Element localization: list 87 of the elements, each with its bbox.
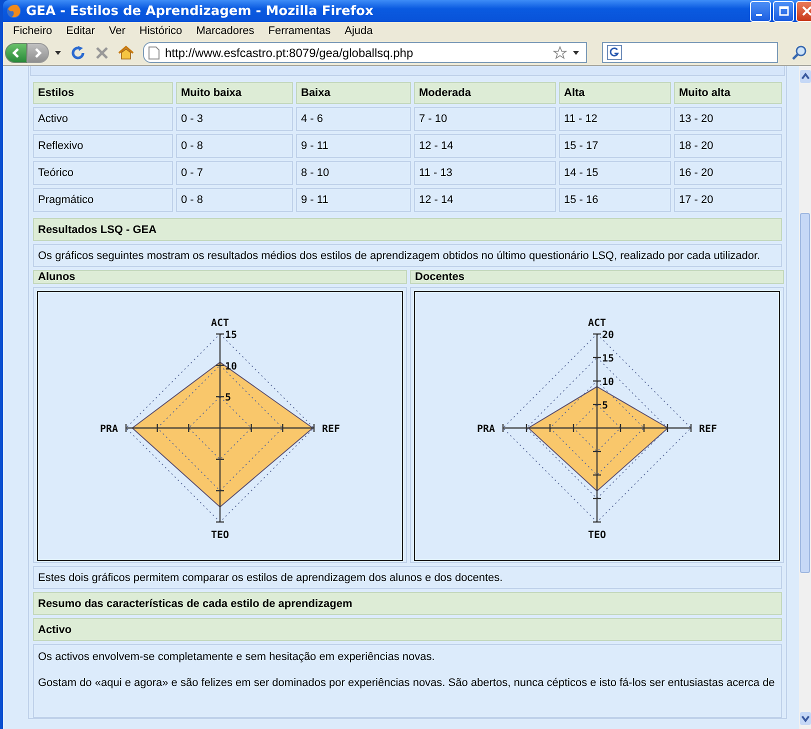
description-text: Os gráficos seguintes mostram os resultados médios dos estilos de aprendizagem obtidos no último questionário LSQ, realizado por cada utilizador. [33, 244, 782, 267]
maximize-icon [778, 5, 790, 17]
table-cell: 13 - 20 [674, 107, 782, 131]
column-header: Moderada [414, 82, 556, 104]
table-cell: 11 - 13 [414, 161, 556, 185]
menu-item[interactable]: Marcadores [189, 25, 262, 37]
menu-item[interactable]: Ver [102, 25, 132, 37]
vertical-scrollbar[interactable] [799, 66, 811, 729]
g-logo-icon[interactable] [607, 45, 622, 60]
table-cell: 14 - 15 [559, 161, 671, 185]
chart-title: Docentes [410, 270, 784, 284]
paragraph: Os activos envolvem-se completamente e sem hesitação em experiências novas. [38, 651, 436, 663]
table-cell: 9 - 11 [296, 134, 411, 158]
chart-title: Alunos [33, 270, 407, 284]
table-cell: 15 - 17 [559, 134, 671, 158]
search-field[interactable] [602, 42, 778, 63]
column-header: Estilos [33, 82, 173, 104]
scroll-down-icon[interactable] [800, 712, 810, 725]
home-icon[interactable] [118, 44, 134, 60]
table-cell: 0 - 3 [176, 107, 293, 131]
menu-item[interactable]: Ajuda [338, 25, 380, 37]
table-cell: 18 - 20 [674, 134, 782, 158]
search-icon[interactable] [791, 44, 807, 60]
table-cell: 11 - 12 [559, 107, 671, 131]
table-cell: 17 - 20 [674, 188, 782, 212]
table-cell: Pragmático [33, 188, 173, 212]
url-text: http://www.esfcastro.pt:8079/gea/globallsq.php [165, 46, 414, 60]
menu-item[interactable]: Histórico [132, 25, 190, 37]
table-cell: 4 - 6 [296, 107, 411, 131]
section-header: Resultados LSQ - GEA [33, 218, 782, 241]
axis-label: ACT [210, 318, 230, 329]
fox-globe-icon [6, 3, 22, 19]
close-icon [800, 5, 811, 17]
table-cell: 8 - 10 [296, 161, 411, 185]
scale-label: 10 [602, 377, 614, 388]
caret-icon[interactable] [572, 48, 580, 56]
paragraph: Gostam do «aqui e agora» e são felizes em ser dominados por experiências novas. São abertos, nunca cépticos e isto fá-los ser entusiastas acerca de [38, 677, 776, 689]
caret-icon[interactable] [54, 48, 62, 56]
table-cell: Activo [33, 107, 173, 131]
column-header: Alta [559, 82, 671, 104]
table-cell: 16 - 20 [674, 161, 782, 185]
section-header: Resumo das características de cada estilo de aprendizagem [33, 592, 782, 615]
table-cell: Teórico [33, 161, 173, 185]
reload-icon[interactable] [70, 44, 86, 60]
axis-label: TEO [210, 530, 230, 541]
minimize-button[interactable] [750, 0, 771, 22]
axis-label: REF [699, 424, 718, 435]
description-text: Estes dois gráficos permitem comparar os estilos de aprendizagem dos alunos e dos docentes. [33, 566, 782, 589]
menu-item[interactable]: Ferramentas [261, 25, 338, 37]
scale-label: 5 [225, 392, 232, 404]
forward-button[interactable] [27, 42, 49, 62]
stop-icon[interactable] [94, 44, 110, 60]
close-button[interactable] [796, 0, 811, 22]
axis-label: TEO [588, 530, 606, 541]
scrollbar-thumb[interactable] [800, 213, 810, 573]
table-cell: 12 - 14 [414, 188, 556, 212]
scale-label: 15 [602, 354, 614, 364]
table-cell: 9 - 11 [296, 188, 411, 212]
table-cell: 12 - 14 [414, 134, 556, 158]
star-icon[interactable] [553, 46, 567, 60]
section-header: Activo [33, 618, 782, 641]
scroll-up-icon[interactable] [800, 70, 810, 83]
scale-label: 5 [602, 400, 608, 412]
axis-label: ACT [588, 318, 606, 329]
maximize-button[interactable] [773, 0, 794, 22]
table-cell: 7 - 10 [414, 107, 556, 131]
menu-item[interactable]: Editar [59, 25, 102, 37]
minimize-icon [756, 14, 762, 16]
window-title: GEA - Estilos de Aprendizagem - Mozilla Firefox [26, 4, 374, 18]
table-cell: Reflexivo [33, 134, 173, 158]
table-cell: 0 - 8 [176, 134, 293, 158]
menu-item[interactable]: Ficheiro [6, 25, 60, 37]
address-bar[interactable]: http://www.esfcastro.pt:8079/gea/globallsq.php [143, 42, 587, 63]
back-button[interactable] [5, 42, 27, 62]
axis-label: PRA [476, 424, 495, 435]
table-cell: 0 - 8 [176, 188, 293, 212]
column-header: Baixa [296, 82, 411, 104]
scale-label: 15 [225, 330, 238, 341]
column-header: Muito alta [674, 82, 782, 104]
scale-label: 10 [225, 361, 238, 372]
table-cell: 15 - 16 [559, 188, 671, 212]
page-icon [148, 46, 160, 60]
axis-label: PRA [100, 424, 118, 435]
scale-label: 20 [602, 330, 614, 341]
table-cell: 0 - 7 [176, 161, 293, 185]
column-header: Muito baixa [176, 82, 293, 104]
axis-label: REF [322, 424, 340, 435]
